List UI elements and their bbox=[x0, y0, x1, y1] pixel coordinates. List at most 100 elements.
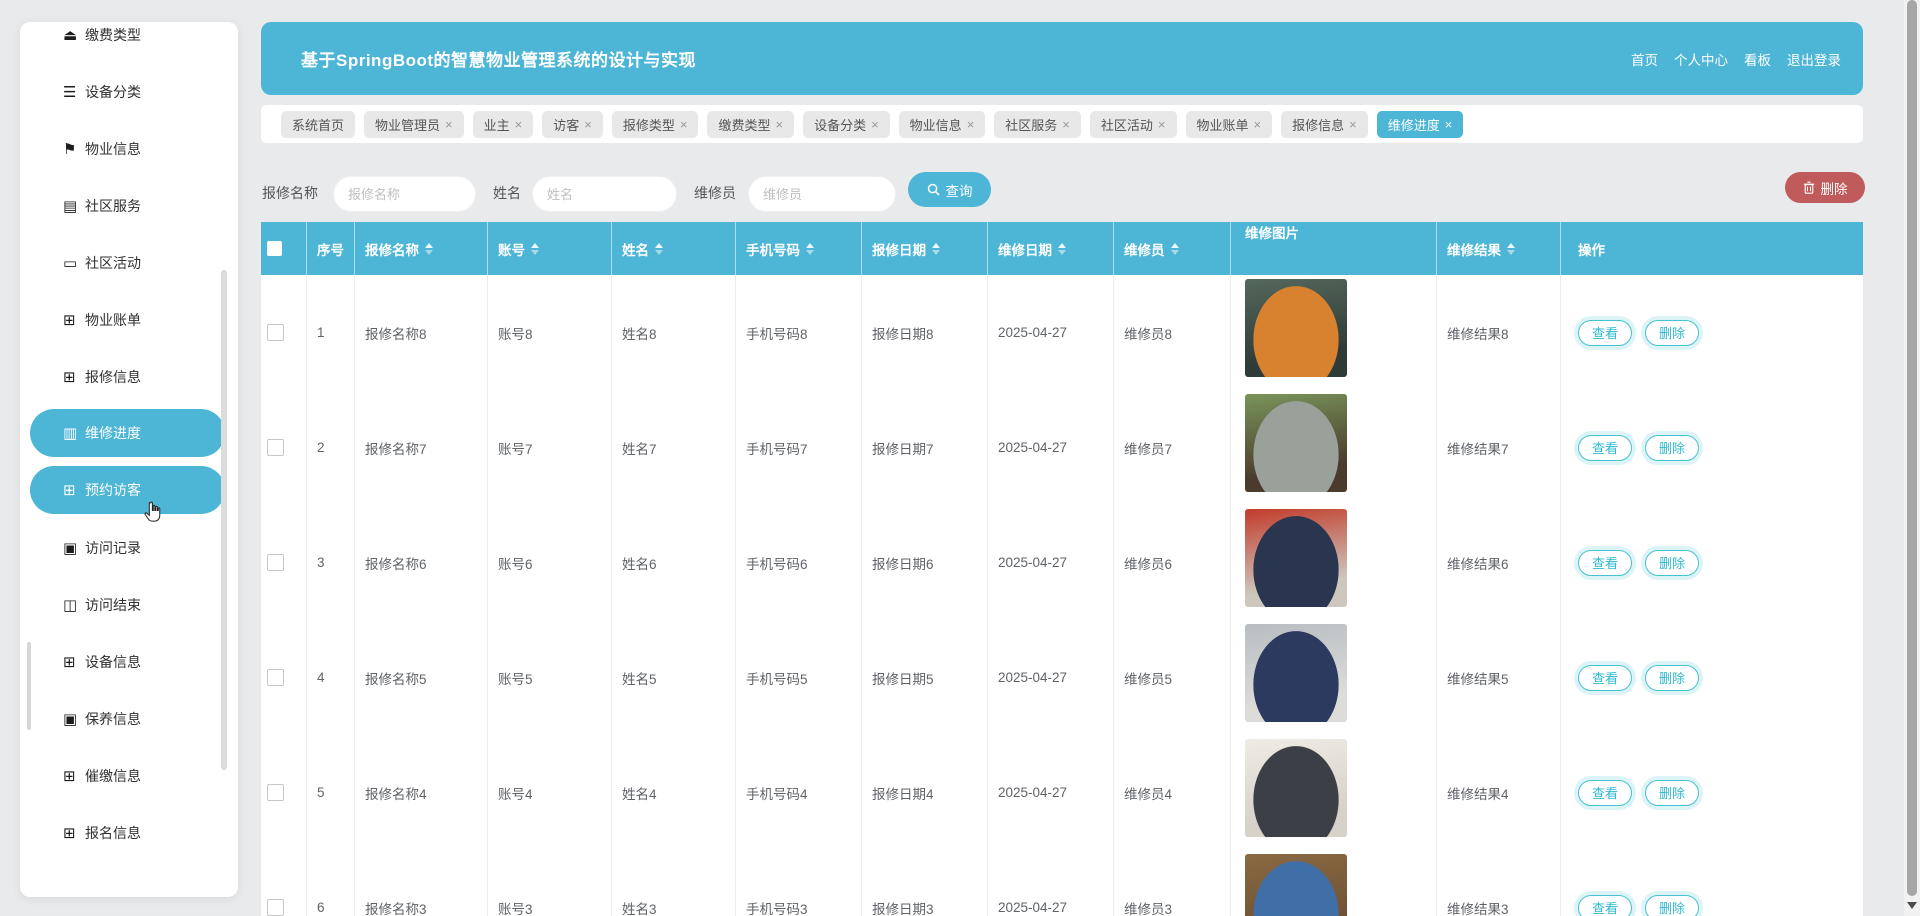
sort-arrows-icon[interactable] bbox=[1171, 243, 1179, 255]
query-button[interactable]: 查询 bbox=[908, 172, 991, 207]
row-checkbox[interactable] bbox=[267, 439, 284, 456]
row-delete-button[interactable]: 删除 bbox=[1645, 665, 1699, 691]
header-nav-link[interactable]: 退出登录 bbox=[1787, 49, 1841, 69]
repair-photo[interactable] bbox=[1245, 624, 1347, 722]
view-button[interactable]: 查看 bbox=[1578, 665, 1632, 691]
sort-arrows-icon[interactable] bbox=[1507, 243, 1515, 255]
row-delete-button[interactable]: 删除 bbox=[1645, 550, 1699, 576]
sidebar-item-visitor-booking[interactable]: ⊞ 预约访客 bbox=[20, 462, 238, 519]
sort-arrows-icon[interactable] bbox=[425, 243, 433, 255]
view-button[interactable]: 查看 bbox=[1578, 895, 1632, 916]
page-scrollbar[interactable] bbox=[1904, 0, 1920, 916]
view-button[interactable]: 查看 bbox=[1578, 780, 1632, 806]
tab-维修进度[interactable]: 维修进度 × bbox=[1377, 111, 1464, 138]
search-icon bbox=[927, 183, 940, 196]
sidebar-scrollbar-thumb[interactable] bbox=[221, 270, 227, 770]
sidebar-item-maintenance-info[interactable]: ▣ 保养信息 bbox=[20, 690, 238, 747]
table-header-row: 序号报修名称账号姓名手机号码报修日期维修日期维修员维修图片维修结果操作 bbox=[261, 222, 1863, 275]
view-button[interactable]: 查看 bbox=[1578, 320, 1632, 346]
repairer-input[interactable] bbox=[748, 176, 896, 212]
row-checkbox[interactable] bbox=[267, 784, 284, 801]
column-header-report_date[interactable]: 报修日期 bbox=[862, 222, 988, 275]
header-nav-link[interactable]: 个人中心 bbox=[1674, 49, 1728, 69]
tab-close-icon[interactable]: × bbox=[967, 118, 975, 131]
sort-arrows-icon[interactable] bbox=[531, 243, 539, 255]
sort-arrows-icon[interactable] bbox=[655, 243, 663, 255]
row-checkbox[interactable] bbox=[267, 554, 284, 571]
tab-业主[interactable]: 业主 × bbox=[473, 111, 534, 138]
tab-close-icon[interactable]: × bbox=[775, 118, 783, 131]
view-button[interactable]: 查看 bbox=[1578, 435, 1632, 461]
header-nav-link[interactable]: 首页 bbox=[1631, 49, 1658, 69]
sidebar-item-property-bill[interactable]: ⊞ 物业账单 bbox=[20, 291, 238, 348]
column-header-repair_date[interactable]: 维修日期 bbox=[988, 222, 1114, 275]
sort-arrows-icon[interactable] bbox=[1058, 243, 1066, 255]
row-delete-button[interactable]: 删除 bbox=[1645, 780, 1699, 806]
sidebar-item-device-category[interactable]: ☰ 设备分类 bbox=[20, 63, 238, 120]
sidebar-inner-scrollbar-thumb[interactable] bbox=[27, 642, 31, 730]
scroll-down-arrow-icon[interactable] bbox=[1907, 902, 1917, 909]
tab-访客[interactable]: 访客 × bbox=[542, 111, 603, 138]
row-checkbox[interactable] bbox=[267, 899, 284, 916]
tab-报修信息[interactable]: 报修信息 × bbox=[1281, 111, 1368, 138]
tab-close-icon[interactable]: × bbox=[871, 118, 879, 131]
sidebar-item-property-info[interactable]: ⚑ 物业信息 bbox=[20, 120, 238, 177]
column-header-person[interactable]: 姓名 bbox=[612, 222, 736, 275]
tab-缴费类型[interactable]: 缴费类型 × bbox=[707, 111, 794, 138]
view-button[interactable]: 查看 bbox=[1578, 550, 1632, 576]
tab-设备分类[interactable]: 设备分类 × bbox=[803, 111, 890, 138]
sidebar-item-visit-end[interactable]: ◫ 访问结束 bbox=[20, 576, 238, 633]
repair-photo[interactable] bbox=[1245, 854, 1347, 916]
tab-系统首页[interactable]: 系统首页 bbox=[281, 111, 355, 138]
sidebar-item-repair-progress[interactable]: ▥ 维修进度 bbox=[20, 405, 238, 462]
repair-name-input[interactable] bbox=[333, 176, 476, 212]
tab-close-icon[interactable]: × bbox=[515, 118, 523, 131]
tab-close-icon[interactable]: × bbox=[1062, 118, 1070, 131]
batch-delete-button[interactable]: 删除 bbox=[1785, 172, 1865, 203]
repair-photo[interactable] bbox=[1245, 739, 1347, 837]
tab-close-icon[interactable]: × bbox=[1254, 118, 1262, 131]
tab-物业管理员[interactable]: 物业管理员 × bbox=[364, 111, 464, 138]
select-all-checkbox[interactable] bbox=[267, 241, 282, 256]
header-nav-link[interactable]: 看板 bbox=[1744, 49, 1771, 69]
person-name-input[interactable] bbox=[532, 176, 677, 212]
sidebar-item-payment-reminder[interactable]: ⊞ 催缴信息 bbox=[20, 747, 238, 804]
tab-社区活动[interactable]: 社区活动 × bbox=[1090, 111, 1177, 138]
repair-photo[interactable] bbox=[1245, 279, 1347, 377]
page-scrollbar-thumb[interactable] bbox=[1907, 0, 1917, 896]
tab-close-icon[interactable]: × bbox=[680, 118, 688, 131]
repair-photo[interactable] bbox=[1245, 509, 1347, 607]
repair-photo[interactable] bbox=[1245, 394, 1347, 492]
tab-close-icon[interactable]: × bbox=[584, 118, 592, 131]
column-header-result[interactable]: 维修结果 bbox=[1437, 222, 1561, 275]
tab-close-icon[interactable]: × bbox=[1349, 118, 1357, 131]
row-delete-button[interactable]: 删除 bbox=[1645, 895, 1699, 916]
tab-社区服务[interactable]: 社区服务 × bbox=[994, 111, 1081, 138]
sidebar-item-device-info[interactable]: ⊞ 设备信息 bbox=[20, 633, 238, 690]
sort-arrows-icon[interactable] bbox=[806, 243, 814, 255]
tab-close-icon[interactable]: × bbox=[1445, 118, 1453, 131]
column-header-phone[interactable]: 手机号码 bbox=[736, 222, 862, 275]
column-header-account[interactable]: 账号 bbox=[488, 222, 612, 275]
sidebar-item-repair-info[interactable]: ⊞ 报修信息 bbox=[20, 348, 238, 405]
tab-close-icon[interactable]: × bbox=[1158, 118, 1166, 131]
sidebar-item-visit-record[interactable]: ▣ 访问记录 bbox=[20, 519, 238, 576]
sidebar-item-label: 催缴信息 bbox=[85, 766, 141, 786]
tab-物业信息[interactable]: 物业信息 × bbox=[899, 111, 986, 138]
cell-repair_date: 2025-04-27 bbox=[988, 505, 1114, 620]
row-checkbox[interactable] bbox=[267, 669, 284, 686]
sidebar-item-registration-info[interactable]: ⊞ 报名信息 bbox=[20, 804, 238, 861]
sidebar-item-pay-type[interactable]: ⏏ 缴费类型 bbox=[20, 22, 238, 63]
row-checkbox[interactable] bbox=[267, 324, 284, 341]
row-delete-button[interactable]: 删除 bbox=[1645, 320, 1699, 346]
column-header-name[interactable]: 报修名称 bbox=[355, 222, 488, 275]
sidebar-item-community-activity[interactable]: ▭ 社区活动 bbox=[20, 234, 238, 291]
tab-close-icon[interactable]: × bbox=[445, 118, 453, 131]
column-header-repairer[interactable]: 维修员 bbox=[1114, 222, 1231, 275]
sort-arrows-icon[interactable] bbox=[932, 243, 940, 255]
sidebar-item-community-service[interactable]: ▤ 社区服务 bbox=[20, 177, 238, 234]
tab-物业账单[interactable]: 物业账单 × bbox=[1186, 111, 1273, 138]
row-delete-button[interactable]: 删除 bbox=[1645, 435, 1699, 461]
cell-account: 账号4 bbox=[488, 735, 612, 850]
tab-报修类型[interactable]: 报修类型 × bbox=[612, 111, 699, 138]
